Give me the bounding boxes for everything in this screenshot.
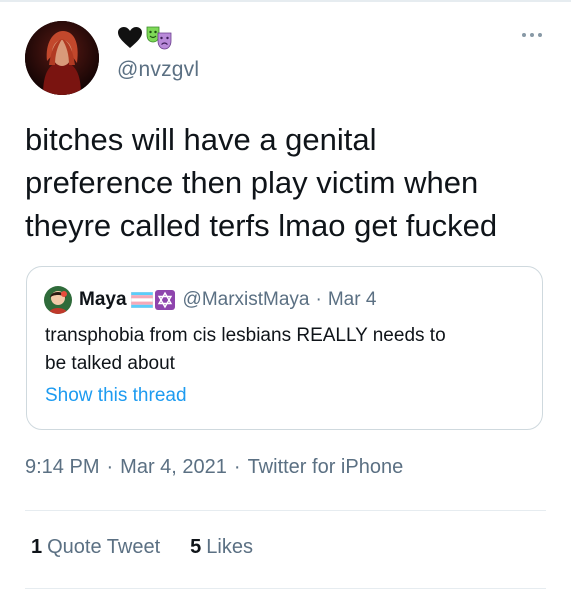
tweet-time[interactable]: 9:14 PM — [25, 456, 99, 479]
quote-count: 1 — [31, 536, 43, 558]
author-handle[interactable]: @nvzgvl — [117, 58, 199, 82]
divider — [25, 588, 546, 589]
like-label: Likes — [206, 536, 253, 558]
quoted-tweet-text: transphobia from cis lesbians REALLY nee… — [45, 325, 446, 374]
theater-masks-icon — [145, 25, 173, 51]
meta-separator: · — [106, 456, 114, 478]
display-name-emojis — [117, 26, 173, 50]
show-thread-link[interactable]: Show this thread — [45, 385, 187, 407]
quoted-date[interactable]: Mar 4 — [328, 289, 377, 311]
quoted-tweet-header: Maya @MarxistMaya · Mar 4 — [44, 285, 376, 315]
tweet-source[interactable]: Twitter for iPhone — [248, 456, 404, 479]
meta-separator: · — [233, 456, 241, 478]
quoted-author-avatar[interactable] — [44, 286, 72, 314]
engagement-stats: 1 Quote Tweet 5 Likes — [31, 536, 253, 559]
divider — [25, 510, 546, 511]
tweet-date[interactable]: Mar 4, 2021 — [120, 456, 227, 479]
author-avatar[interactable] — [25, 21, 99, 95]
black-heart-icon — [117, 26, 143, 50]
tweet-metadata: 9:14 PM · Mar 4, 2021 · Twitter for iPho… — [25, 456, 403, 479]
likes-stat[interactable]: 5 Likes — [190, 536, 253, 559]
like-count: 5 — [190, 536, 202, 558]
quoted-tweet-card[interactable]: Maya @MarxistMaya · Mar 4 transphobia fr… — [26, 266, 543, 430]
quoted-separator: · — [315, 289, 322, 310]
quoted-author-handle[interactable]: @MarxistMaya — [183, 289, 310, 311]
top-divider — [0, 0, 571, 2]
quoted-author-name[interactable]: Maya — [79, 289, 127, 311]
star-of-david-icon — [154, 290, 175, 310]
quote-tweets-stat[interactable]: 1 Quote Tweet — [31, 536, 160, 559]
transgender-flag-icon — [130, 292, 153, 308]
quote-label: Quote Tweet — [47, 536, 161, 558]
tweet-text: bitches will have a genital preference t… — [25, 122, 498, 243]
more-options-icon[interactable] — [522, 33, 542, 37]
